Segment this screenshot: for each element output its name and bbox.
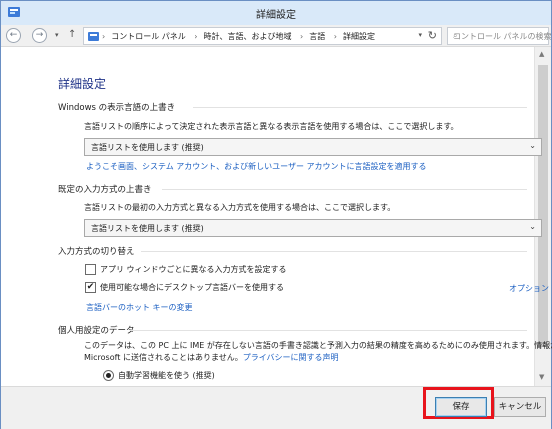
search-box[interactable]: コントロール パネルの検索 ⌕ <box>447 27 552 45</box>
back-button[interactable]: ← <box>6 28 21 43</box>
recent-locations-dropdown-icon[interactable]: ▾ <box>55 31 59 39</box>
cancel-button[interactable]: キャンセル <box>494 397 546 417</box>
input-method-combo[interactable]: 言語リストを使用します (推奨) ⌄ <box>84 219 542 237</box>
chevron-down-icon: ⌄ <box>529 222 536 231</box>
vertical-scrollbar[interactable]: ▲ ▼ <box>534 47 551 386</box>
radio-selected-dot <box>106 373 111 378</box>
refresh-icon[interactable]: ↻ <box>428 29 437 42</box>
scroll-down-arrow-icon[interactable]: ▼ <box>539 373 544 381</box>
back-arrow-icon: ← <box>9 30 18 40</box>
window-title: 詳細設定 <box>256 10 296 21</box>
chevron-down-icon: ⌄ <box>529 141 536 150</box>
dialog-footer: 保存 キャンセル <box>1 386 551 429</box>
breadcrumb-language[interactable]: 言語 <box>309 32 325 41</box>
display-language-combo[interactable]: 言語リストを使用します (推奨) ⌄ <box>84 138 542 156</box>
navigation-bar: ← → ▾ ↑ › コントロール パネル › 時計、言語、および地域 › 言語 › 詳細… <box>1 25 552 47</box>
title-bar: 詳細設定 <box>1 1 551 25</box>
section-divider <box>141 251 527 252</box>
personalization-description-line1: このデータは、この PC 上に IME が存在しない言語の手書き認識と予測入力の… <box>84 341 552 350</box>
breadcrumb-advanced-settings[interactable]: 詳細設定 <box>343 32 375 41</box>
breadcrumb-clock-language-region[interactable]: 時計、言語、および地域 <box>204 32 292 41</box>
breadcrumb-separator-icon: › <box>102 32 106 41</box>
apply-language-settings-link[interactable]: ようこそ画面、システム アカウント、および新しいユーザー アカウントに言語設定を… <box>86 161 427 172</box>
input-method-section-title: 既定の入力方式の上書き <box>58 185 152 195</box>
search-icon[interactable]: ⌕ <box>453 31 545 41</box>
up-level-icon[interactable]: ↑ <box>68 29 76 40</box>
options-link[interactable]: オプション <box>509 283 549 294</box>
switching-section-title: 入力方式の切り替え <box>58 247 135 257</box>
input-method-combo-value: 言語リストを使用します (推奨) <box>91 224 204 233</box>
breadcrumb-separator-icon: › <box>300 32 304 41</box>
address-history-dropdown-icon[interactable]: ▾ <box>418 31 422 39</box>
section-divider <box>130 330 527 331</box>
section-divider <box>162 189 527 190</box>
personalization-description-line2-text: Microsoft に送信されることはありません。 <box>84 353 243 362</box>
checkmark-icon: ✔ <box>86 282 95 292</box>
display-language-combo-value: 言語リストを使用します (推奨) <box>91 143 204 152</box>
scrollbar-thumb[interactable] <box>538 65 548 347</box>
scroll-up-arrow-icon[interactable]: ▲ <box>539 50 544 58</box>
per-app-input-checkbox[interactable] <box>85 264 96 275</box>
save-button[interactable]: 保存 <box>435 397 487 417</box>
breadcrumb-separator-icon: › <box>333 32 337 41</box>
section-divider <box>193 107 527 108</box>
auto-learning-radio[interactable] <box>103 370 114 381</box>
personalization-section-title: 個人用設定のデータ <box>58 326 135 336</box>
per-app-input-label: アプリ ウィンドウごとに異なる入力方式を設定する <box>100 265 287 274</box>
control-panel-icon <box>88 32 99 41</box>
address-bar[interactable]: › コントロール パネル › 時計、言語、および地域 › 言語 › 詳細設定 ▾ ↻ <box>83 27 442 45</box>
forward-arrow-icon: → <box>35 30 44 40</box>
auto-learning-label: 自動学習機能を使う (推奨) <box>118 371 215 380</box>
breadcrumb: › コントロール パネル › 時計、言語、および地域 › 言語 › 詳細設定 <box>102 31 375 42</box>
personalization-description-line2: Microsoft に送信されることはありません。プライバシーに関する声明 <box>84 352 339 363</box>
language-bar-hotkey-link[interactable]: 言語バーのホット キーの変更 <box>86 302 193 313</box>
advanced-settings-window: 詳細設定 ← → ▾ ↑ › コントロール パネル › 時計、言語、および地域 › 言… <box>0 0 552 429</box>
forward-button[interactable]: → <box>32 28 47 43</box>
input-method-description: 言語リストの最初の入力方式と異なる入力方式を使用する場合は、ここで選択します。 <box>84 203 396 212</box>
breadcrumb-control-panel[interactable]: コントロール パネル <box>111 32 186 41</box>
page-title: 詳細設定 <box>58 77 107 91</box>
desktop-language-bar-checkbox[interactable]: ✔ <box>85 282 96 293</box>
desktop-language-bar-label: 使用可能な場合にデスクトップ言語バーを使用する <box>100 283 284 292</box>
display-language-description: 言語リストの順序によって決定された表示言語と異なる表示言語を使用する場合は、ここ… <box>84 122 459 131</box>
display-language-section-title: Windows の表示言語の上書き <box>58 103 176 113</box>
privacy-statement-link[interactable]: プライバシーに関する声明 <box>243 353 339 362</box>
breadcrumb-separator-icon: › <box>194 32 198 41</box>
